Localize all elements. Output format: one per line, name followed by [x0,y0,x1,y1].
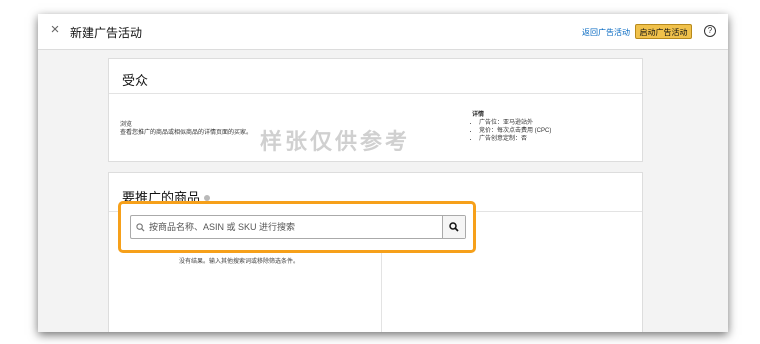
back-to-campaigns-link[interactable]: 返回广告活动 [582,27,630,38]
details-title: 详情 [472,112,485,118]
divider [109,93,642,94]
launch-campaign-button[interactable]: 启动广告活动 [635,24,692,39]
close-icon[interactable]: × [48,22,62,37]
empty-results-message: 没有结果。输入其他搜索词或移除筛选条件。 [179,259,300,265]
page-title: 新建广告活动 [70,26,143,40]
campaign-window: × 新建广告活动 返回广告活动 启动广告活动 ? 受众 浏览 查看您推广的商品或… [38,14,728,332]
product-search-input[interactable] [149,222,442,232]
browse-label: 浏览 [120,122,133,128]
top-bar: × 新建广告活动 返回广告活动 启动广告活动 ? [38,14,728,50]
browse-description: 查看您推广的商品或相似商品的详情页面的买家。 [120,130,253,136]
detail-creative: 广告创意定制：否 [479,135,551,143]
search-button[interactable] [442,216,465,238]
product-search-box [130,215,466,239]
audience-title: 受众 [122,73,149,88]
search-highlight-frame [118,201,476,253]
sample-watermark: 样张仅供参考 [260,129,411,154]
main-content: 受众 浏览 查看您推广的商品或相似商品的详情页面的买家。 详情 广告位：亚马逊站… [38,50,728,332]
details-block: 详情 广告位：亚马逊站外 竞价：每次点击费用 (CPC) 广告创意定制：否 [472,111,551,143]
details-list: 广告位：亚马逊站外 竞价：每次点击费用 (CPC) 广告创意定制：否 [472,119,551,143]
detail-bidding: 竞价：每次点击费用 (CPC) [479,127,551,135]
search-icon [449,222,459,232]
search-icon [131,222,149,232]
detail-placement: 广告位：亚马逊站外 [479,119,551,127]
help-icon[interactable]: ? [704,25,716,37]
browse-block: 浏览 查看您推广的商品或相似商品的详情页面的买家。 [120,121,252,137]
